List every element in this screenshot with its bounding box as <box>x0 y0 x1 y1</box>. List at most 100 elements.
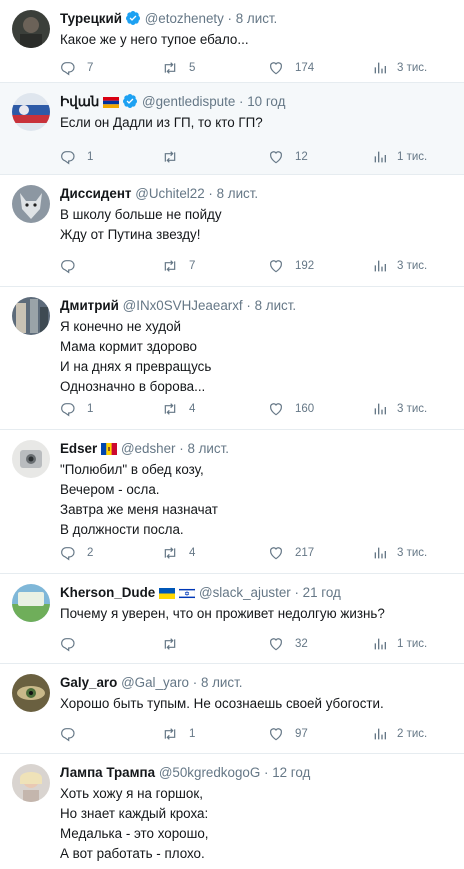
like-button[interactable]: 12 <box>268 147 308 167</box>
verified-icon <box>123 94 138 108</box>
tweet-actions: 7 5 174 3 тис. <box>60 58 460 78</box>
tweet-actions: 1 12 1 тис. <box>60 147 460 167</box>
avatar[interactable] <box>12 93 50 131</box>
timestamp[interactable]: 8 лист. <box>255 298 297 313</box>
user-handle[interactable]: @etozhenety <box>145 11 224 26</box>
tweet[interactable]: Лампа Трампа @50kgredkogoG · 12 год Хоть… <box>0 754 464 869</box>
avatar[interactable] <box>12 764 50 802</box>
views-button[interactable]: 3 тис. <box>372 58 427 78</box>
separator: · <box>179 441 184 456</box>
views-button[interactable]: 3 тис. <box>372 399 427 419</box>
tweet[interactable]: Турецкий @etozhenety · 8 лист. Какое же … <box>0 0 464 83</box>
tweet[interactable]: Galy_aro @Gal_yaro · 8 лист. Хорошо быть… <box>0 664 464 754</box>
israel-flag-icon <box>179 588 196 599</box>
display-name[interactable]: Дмитрий <box>60 298 119 313</box>
tweet[interactable]: Իվան @gentledispute · 10 год Если он Дад… <box>0 83 464 175</box>
views-button[interactable]: 3 тис. <box>372 256 427 276</box>
user-handle[interactable]: @edsher <box>121 441 176 456</box>
display-name[interactable]: Kherson_Dude <box>60 585 155 600</box>
views-button[interactable]: 3 тис. <box>372 543 427 563</box>
views-button[interactable]: 1 тис. <box>372 634 427 654</box>
tweet[interactable]: Edser @edsher · 8 лист. "Полюбил" в обед… <box>0 430 464 574</box>
tweet[interactable]: Диссидент @Uchitel22 · 8 лист. В школу б… <box>0 175 464 287</box>
timestamp[interactable]: 8 лист. <box>201 675 243 690</box>
user-handle[interactable]: @INx0SVHJeaearxf <box>123 298 243 313</box>
timestamp[interactable]: 8 лист. <box>236 11 278 26</box>
reply-button[interactable]: 1 <box>60 399 93 419</box>
timestamp[interactable]: 12 год <box>272 765 310 780</box>
like-button[interactable]: 97 <box>268 724 308 744</box>
reply-icon <box>61 728 75 742</box>
tweet-text: В школу больше не пойду Жду от Путина зв… <box>60 205 454 245</box>
user-handle[interactable]: @Gal_yaro <box>121 675 189 690</box>
reply-icon <box>61 62 75 76</box>
tweet-header: Իվան @gentledispute · 10 год <box>60 93 458 113</box>
like-icon <box>270 62 282 75</box>
reply-button[interactable]: 7 <box>60 58 93 78</box>
timestamp[interactable]: 8 лист. <box>187 441 229 456</box>
display-name[interactable]: Турецкий <box>60 11 122 26</box>
avatar[interactable] <box>12 185 50 223</box>
retweet-count: 4 <box>189 547 196 559</box>
retweet-icon <box>164 403 176 415</box>
reply-count: 1 <box>87 403 94 415</box>
display-name[interactable]: Лампа Трампа <box>60 765 155 780</box>
reply-button[interactable] <box>60 256 87 276</box>
avatar[interactable] <box>12 297 50 335</box>
views-icon <box>374 547 386 559</box>
retweet-button[interactable] <box>162 147 189 167</box>
like-button[interactable]: 160 <box>268 399 314 419</box>
display-name[interactable]: Իվան <box>60 94 99 109</box>
tweet[interactable]: Kherson_Dude @slack_ajuster · 21 год Поч… <box>0 574 464 664</box>
display-name[interactable]: Galy_aro <box>60 675 117 690</box>
reply-button[interactable]: 2 <box>60 543 93 563</box>
avatar[interactable] <box>12 10 50 48</box>
retweet-button[interactable] <box>162 634 189 654</box>
avatar[interactable] <box>12 584 50 622</box>
views-button[interactable]: 1 тис. <box>372 147 427 167</box>
retweet-button[interactable]: 4 <box>162 543 195 563</box>
tweet-line: Но знает каждый кроха: <box>60 806 209 821</box>
separator: · <box>227 11 233 26</box>
like-icon <box>270 638 282 651</box>
user-handle[interactable]: @gentledispute <box>142 94 235 109</box>
like-button[interactable]: 192 <box>268 256 314 276</box>
views-icon <box>374 403 386 415</box>
like-button[interactable]: 32 <box>268 634 308 654</box>
views-button[interactable]: 2 тис. <box>372 724 427 744</box>
tweet[interactable]: Дмитрий @INx0SVHJeaearxf · 8 лист. Я кон… <box>0 287 464 430</box>
retweet-button[interactable]: 5 <box>162 58 195 78</box>
tweet-line: Мама кормит здорово <box>60 339 197 354</box>
views-icon <box>374 728 386 740</box>
retweet-button[interactable]: 1 <box>162 724 195 744</box>
tweet-line: В должности посла. <box>60 522 184 537</box>
user-handle[interactable]: @50kgredkogoG <box>159 765 260 780</box>
timestamp[interactable]: 21 год <box>303 585 341 600</box>
display-name[interactable]: Edser <box>60 441 97 456</box>
retweet-icon <box>164 547 176 559</box>
tweet-line: Почему я уверен, что он проживет недолгу… <box>60 606 385 621</box>
tweet-actions: 7 192 3 тис. <box>60 256 460 276</box>
retweet-button[interactable]: 4 <box>162 399 195 419</box>
user-handle[interactable]: @Uchitel22 <box>135 186 204 201</box>
reply-button[interactable]: 1 <box>60 147 93 167</box>
separator: · <box>239 94 244 109</box>
reply-icon <box>61 151 75 165</box>
tweet-text: Хорошо быть тупым. Не осознаешь своей уб… <box>60 694 454 714</box>
avatar[interactable] <box>12 440 50 478</box>
retweet-button[interactable]: 7 <box>162 256 195 276</box>
like-count: 192 <box>295 260 315 272</box>
separator: · <box>208 186 213 201</box>
like-button[interactable]: 174 <box>268 58 314 78</box>
like-button[interactable]: 217 <box>268 543 314 563</box>
timestamp[interactable]: 10 год <box>247 94 285 109</box>
tweet-text: Хоть хожу я на горшок, Но знает каждый к… <box>60 784 454 864</box>
tweet-header: Турецкий @etozhenety · 8 лист. <box>60 10 458 30</box>
avatar[interactable] <box>12 674 50 712</box>
verified-icon <box>125 11 140 25</box>
user-handle[interactable]: @slack_ajuster <box>199 585 291 600</box>
reply-button[interactable] <box>60 724 87 744</box>
display-name[interactable]: Диссидент <box>60 186 132 201</box>
reply-button[interactable] <box>60 634 87 654</box>
timestamp[interactable]: 8 лист. <box>217 186 259 201</box>
